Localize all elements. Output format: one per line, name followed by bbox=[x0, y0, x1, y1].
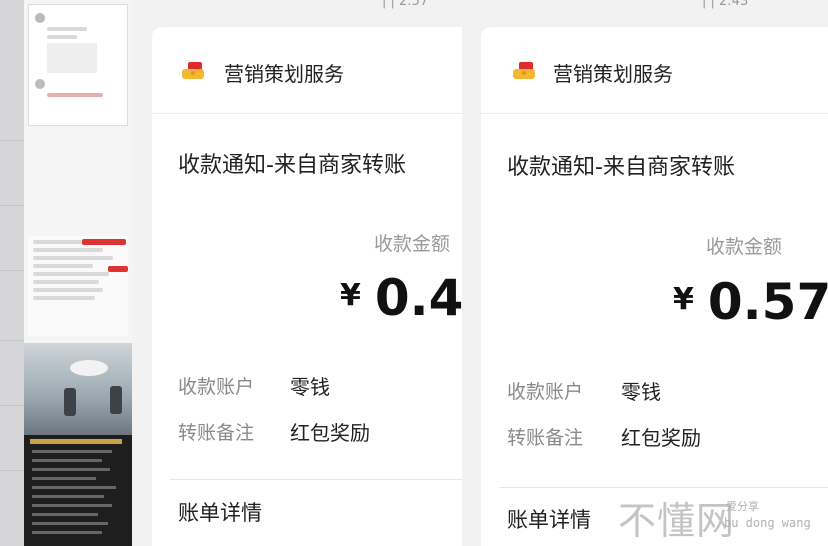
merchant-name: 营销策划服务 bbox=[224, 62, 344, 86]
amount-value: 0.4 bbox=[374, 269, 462, 327]
thumbnail-collage bbox=[24, 0, 132, 546]
remark-value: 红包奖励 bbox=[290, 421, 370, 445]
left-panel-strip bbox=[0, 0, 24, 546]
notice-title: 收款通知-来自商家转账 bbox=[178, 153, 406, 178]
payment-notice-card: 营销策划服务 收款通知-来自商家转账 收款金额 ¥0.4 收款账户 零钱 转账备… bbox=[152, 27, 462, 546]
merchant-name: 营销策划服务 bbox=[553, 62, 673, 86]
watermark-pinyin: bu dong wang bbox=[724, 516, 811, 530]
red-envelope-icon bbox=[182, 62, 204, 79]
status-fragment: | | 2:43 bbox=[702, 0, 749, 9]
amount-label: 收款金额 bbox=[706, 236, 783, 258]
amount-value: 0.57 bbox=[707, 273, 828, 331]
remark-value: 红包奖励 bbox=[621, 426, 701, 450]
watermark-sub: 爱分享 bbox=[726, 500, 759, 513]
watermark-main: 不懂网 bbox=[618, 499, 736, 543]
account-label: 收款账户 bbox=[178, 376, 255, 398]
bill-details-link[interactable]: 账单详情 bbox=[507, 504, 591, 534]
card-header[interactable]: 营销策划服务 bbox=[152, 27, 462, 114]
status-fragment: | | 2:57 bbox=[382, 0, 429, 9]
notice-title: 收款通知-来自商家转账 bbox=[507, 155, 735, 180]
remark-label: 转账备注 bbox=[178, 422, 255, 444]
currency-symbol: ¥ bbox=[673, 282, 694, 317]
bill-details-link[interactable]: 账单详情 bbox=[178, 497, 262, 527]
account-label: 收款账户 bbox=[507, 381, 584, 403]
remark-label: 转账备注 bbox=[507, 427, 584, 449]
red-envelope-icon bbox=[513, 62, 535, 79]
amount-display: ¥0.57 bbox=[673, 273, 828, 331]
amount-display: ¥0.4 bbox=[340, 269, 462, 327]
currency-symbol: ¥ bbox=[340, 278, 361, 313]
account-value: 零钱 bbox=[290, 375, 330, 399]
watermark: 不懂网 爱分享 bu dong wang bbox=[618, 490, 811, 545]
amount-label: 收款金额 bbox=[374, 233, 451, 255]
divider bbox=[499, 487, 828, 488]
divider bbox=[170, 479, 462, 480]
card-header[interactable]: 营销策划服务 bbox=[481, 27, 828, 114]
payment-notice-card: 营销策划服务 收款通知-来自商家转账 收款金额 ¥0.57 收款账户 零钱 转账… bbox=[481, 27, 828, 546]
account-value: 零钱 bbox=[621, 380, 661, 404]
